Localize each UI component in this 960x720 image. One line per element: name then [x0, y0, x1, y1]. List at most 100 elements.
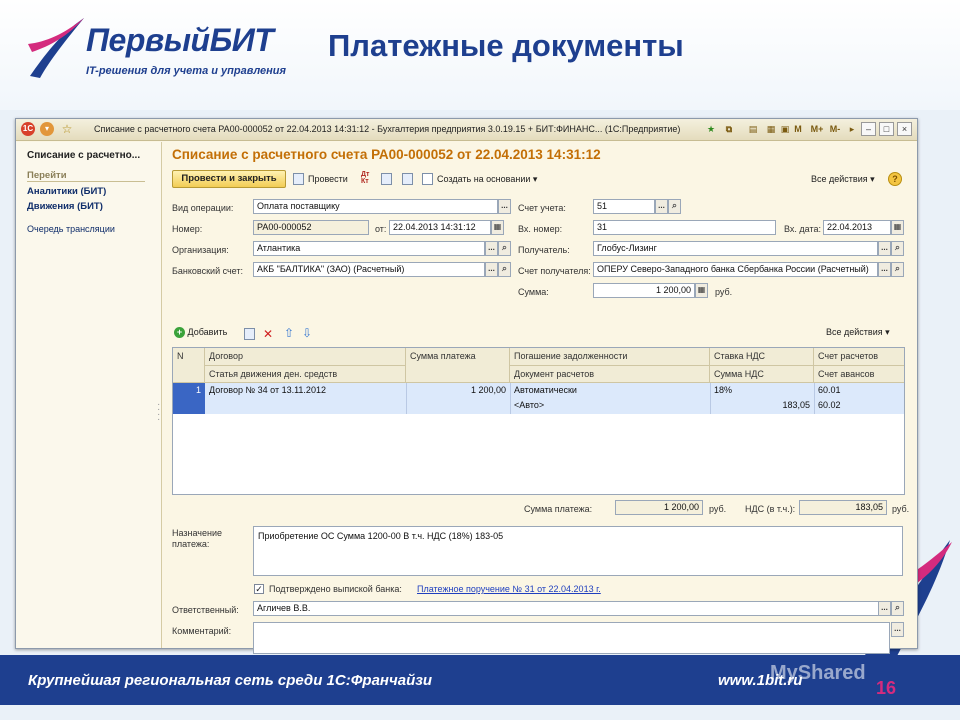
- more-icon[interactable]: ▸: [845, 122, 859, 136]
- recipient-field[interactable]: Глобус-Лизинг: [593, 241, 878, 256]
- copy-row-icon[interactable]: [244, 328, 255, 340]
- cell-contract[interactable]: Договор № 34 от 13.11.2012: [205, 383, 406, 398]
- comment-textarea[interactable]: [253, 622, 890, 654]
- calendar-icon[interactable]: ▣: [778, 122, 792, 136]
- report-icon[interactable]: [381, 173, 392, 185]
- star-icon[interactable]: ☆: [60, 122, 74, 136]
- cell-acc-adv[interactable]: 60.02: [814, 398, 904, 413]
- col-acc-settle-header[interactable]: Счет расчетов: [814, 348, 904, 366]
- account-field[interactable]: 51: [593, 199, 655, 214]
- from-date-calendar-icon[interactable]: ▦: [491, 220, 504, 235]
- calc-icon[interactable]: ▦: [764, 122, 778, 136]
- cell-sum[interactable]: 1 200,00: [406, 383, 510, 398]
- create-based-button[interactable]: Создать на основании ▾: [437, 174, 537, 185]
- org-label: Организация:: [172, 245, 229, 255]
- col-vat-rate-header[interactable]: Ставка НДС: [710, 348, 814, 366]
- post-and-close-button[interactable]: Провести и закрыть: [172, 170, 286, 188]
- from-date-field[interactable]: 22.04.2013 14:31:12: [389, 220, 491, 235]
- close-button[interactable]: ×: [897, 122, 912, 136]
- all-actions-button[interactable]: Все действия ▾: [811, 174, 875, 185]
- responsible-search-icon[interactable]: ⌕: [891, 601, 904, 616]
- bank-confirmed-checkbox[interactable]: ✓: [254, 584, 264, 594]
- memory-m-button[interactable]: M: [792, 122, 804, 136]
- col-repayment-header[interactable]: Погашение задолженности: [510, 348, 710, 366]
- operation-pick-button[interactable]: ...: [498, 199, 511, 214]
- maximize-button[interactable]: □: [879, 122, 894, 136]
- number-field[interactable]: РА00-000052: [253, 220, 369, 235]
- window-title: Списание с расчетного счета РА00-000052 …: [94, 124, 681, 134]
- link-icon[interactable]: ⧉: [722, 122, 736, 136]
- cell-doc[interactable]: <Авто>: [510, 398, 710, 413]
- table-all-actions-button[interactable]: Все действия ▾: [826, 327, 890, 338]
- help-icon[interactable]: ?: [888, 172, 902, 186]
- nav-header[interactable]: Списание с расчетно...: [27, 150, 140, 161]
- footer-slogan: Крупнейшая региональная сеть среди 1С:Фр…: [28, 672, 433, 689]
- responsible-label: Ответственный:: [172, 605, 239, 615]
- 1c-logo-icon[interactable]: 1С: [21, 122, 35, 136]
- org-field[interactable]: Атлантика: [253, 241, 485, 256]
- nav-item-queue[interactable]: Очередь трансляции: [27, 224, 115, 234]
- bank-pick-button[interactable]: ...: [485, 262, 498, 277]
- move-up-icon[interactable]: ⇧: [284, 326, 294, 340]
- bank-confirmed-label: Подтверждено выпиской банка:: [269, 584, 402, 594]
- memory-mminus-button[interactable]: M-: [828, 122, 842, 136]
- favorite-icon[interactable]: ★: [704, 122, 718, 136]
- org-search-icon[interactable]: ⌕: [498, 241, 511, 256]
- account-pick-button[interactable]: ...: [655, 199, 668, 214]
- account-search-icon[interactable]: ⌕: [668, 199, 681, 214]
- bank-field[interactable]: АКБ "БАЛТИКА" (ЗАО) (Расчетный): [253, 262, 485, 277]
- col-contract-header[interactable]: Договор: [205, 348, 406, 366]
- recipient-account-search-icon[interactable]: ⌕: [891, 262, 904, 277]
- row-number: 1: [195, 385, 201, 395]
- splitter-handle[interactable]: · · · ·: [157, 400, 160, 425]
- nav-divider: [27, 181, 145, 182]
- recipient-account-pick-button[interactable]: ...: [878, 262, 891, 277]
- memory-mplus-button[interactable]: M+: [809, 122, 825, 136]
- col-cashflow-header[interactable]: Статья движения ден. средств: [205, 366, 406, 383]
- recipient-pick-button[interactable]: ...: [878, 241, 891, 256]
- add-row-label: Добавить: [187, 327, 228, 337]
- post-button[interactable]: Провести: [308, 174, 348, 184]
- responsible-field[interactable]: Агличев В.В.: [253, 601, 890, 616]
- col-n-header[interactable]: N: [173, 348, 205, 383]
- logo-name: ПервыйБИТ: [86, 22, 274, 58]
- responsible-pick-button[interactable]: ...: [878, 601, 891, 616]
- menu-dropdown-icon[interactable]: ▾: [40, 122, 54, 136]
- cell-vat-sum[interactable]: 183,05: [710, 398, 814, 413]
- recipient-account-field[interactable]: ОПЕРУ Северо-Западного банка Сбербанка Р…: [593, 262, 878, 277]
- minimize-button[interactable]: –: [861, 122, 876, 136]
- create-based-icon[interactable]: [422, 173, 433, 185]
- cell-vat-rate[interactable]: 18%: [710, 383, 814, 398]
- nav-item-analytics[interactable]: Аналитики (БИТ): [27, 186, 106, 197]
- add-row-button[interactable]: + Добавить: [174, 327, 227, 338]
- slide-title: Платежные документы: [328, 28, 684, 63]
- print-doc-icon[interactable]: [402, 173, 413, 185]
- payment-order-link[interactable]: Платежное поручение № 31 от 22.04.2013 г…: [417, 584, 601, 594]
- dt-kt-icon[interactable]: Дт Кт: [361, 171, 369, 185]
- col-vat-sum-header[interactable]: Сумма НДС: [710, 366, 814, 383]
- delete-row-icon[interactable]: ✕: [263, 327, 273, 341]
- watermark: MyShared: [770, 662, 866, 684]
- in-number-field[interactable]: 31: [593, 220, 776, 235]
- col-acc-adv-header[interactable]: Счет авансов: [814, 366, 904, 383]
- in-date-calendar-icon[interactable]: ▦: [891, 220, 904, 235]
- comment-pick-button[interactable]: ...: [891, 622, 904, 637]
- in-date-field[interactable]: 22.04.2013: [823, 220, 891, 235]
- sum-unit: руб.: [715, 287, 733, 297]
- print-icon[interactable]: ▤: [746, 122, 760, 136]
- recipient-search-icon[interactable]: ⌕: [891, 241, 904, 256]
- org-pick-button[interactable]: ...: [485, 241, 498, 256]
- col-sum-header[interactable]: Сумма платежа: [406, 348, 510, 383]
- col-doc-header[interactable]: Документ расчетов: [510, 366, 710, 383]
- post-icon[interactable]: [293, 173, 304, 185]
- cell-acc-settle[interactable]: 60.01: [814, 383, 904, 398]
- operation-field[interactable]: Оплата поставщику: [253, 199, 498, 214]
- nav-item-movements[interactable]: Движения (БИТ): [27, 201, 103, 212]
- purpose-textarea[interactable]: Приобретение ОС Сумма 1200-00 В т.ч. НДС…: [253, 526, 903, 576]
- purpose-label: Назначение платежа:: [172, 528, 223, 549]
- sum-field[interactable]: 1 200,00: [593, 283, 695, 298]
- bank-search-icon[interactable]: ⌕: [498, 262, 511, 277]
- move-down-icon[interactable]: ⇩: [302, 326, 312, 340]
- cell-repayment[interactable]: Автоматически: [510, 383, 710, 398]
- sum-calc-icon[interactable]: ▦: [695, 283, 708, 298]
